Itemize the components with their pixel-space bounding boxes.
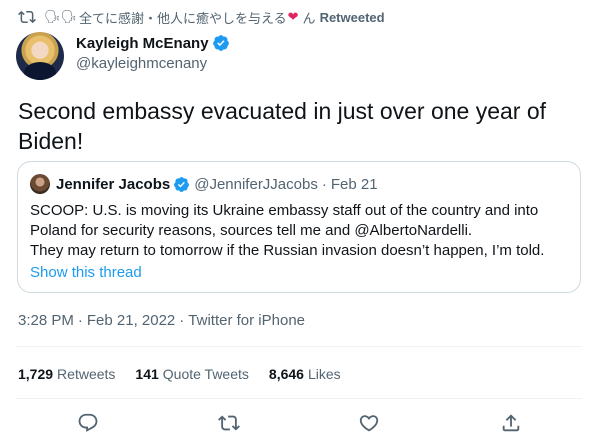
retweet-icon bbox=[18, 10, 36, 24]
author-display-name[interactable]: Kayleigh McEnany bbox=[76, 35, 209, 52]
reply-icon bbox=[78, 413, 98, 432]
verified-badge-icon bbox=[174, 176, 190, 192]
tweet-date[interactable]: Feb 21, 2022 bbox=[87, 312, 175, 329]
quote-tweets-stat[interactable]: 141 Quote Tweets bbox=[135, 366, 249, 382]
speaking-head-emoji: 🗣🗣 bbox=[44, 9, 78, 24]
retweeted-label: Retweeted bbox=[319, 9, 385, 25]
tweet-metadata: 3:28 PM · Feb 21, 2022 · Twitter for iPhone bbox=[18, 312, 305, 329]
author-avatar[interactable] bbox=[16, 32, 64, 80]
show-this-thread-link[interactable]: Show this thread bbox=[30, 264, 142, 281]
tweet-stats: 1,729 Retweets 141 Quote Tweets 8,646 Likes bbox=[18, 366, 361, 382]
divider bbox=[16, 346, 582, 347]
share-icon bbox=[502, 414, 520, 432]
author-name-row[interactable]: Kayleigh McEnany bbox=[76, 34, 230, 52]
heart-emoji: ❤ bbox=[287, 9, 299, 24]
quote-tweets-label: Quote Tweets bbox=[162, 366, 249, 382]
like-button[interactable] bbox=[358, 412, 380, 434]
retweeted-by-bar[interactable]: 🗣🗣 全てに感謝・他人に癒やしを与える ❤ ん Retweeted bbox=[18, 8, 385, 26]
retweet-button[interactable] bbox=[218, 412, 240, 434]
retweets-count: 1,729 bbox=[18, 366, 54, 382]
separator-dot: · bbox=[179, 312, 185, 329]
quoted-author-handle[interactable]: @JenniferJJacobs bbox=[194, 176, 318, 193]
tweet-text: Second embassy evacuated in just over on… bbox=[18, 98, 547, 154]
quoted-tweet-date[interactable]: Feb 21 bbox=[331, 176, 378, 193]
verified-badge-icon bbox=[212, 35, 229, 51]
divider bbox=[16, 398, 582, 399]
retweet-icon bbox=[218, 415, 240, 431]
author-handle[interactable]: @kayleighmcenany bbox=[76, 55, 207, 72]
retweets-label: Retweets bbox=[57, 366, 116, 382]
quoted-tweet-text: SCOOP: U.S. is moving its Ukraine embass… bbox=[30, 201, 570, 261]
tweet-time[interactable]: 3:28 PM bbox=[18, 312, 74, 329]
quoted-tweet-header: Jennifer Jacobs @JenniferJJacobs · Feb 2… bbox=[30, 174, 378, 194]
retweeter-name-suffix[interactable]: ん bbox=[303, 8, 316, 27]
tweet-source[interactable]: Twitter for iPhone bbox=[188, 312, 305, 329]
quoted-author-name[interactable]: Jennifer Jacobs bbox=[56, 176, 170, 193]
likes-count: 8,646 bbox=[268, 366, 304, 382]
like-icon bbox=[359, 415, 379, 432]
share-button[interactable] bbox=[500, 412, 522, 434]
quoted-tweet-line: Poland for security reasons, sources tel… bbox=[30, 222, 473, 239]
quoted-author-avatar[interactable] bbox=[30, 174, 50, 194]
retweets-stat[interactable]: 1,729 Retweets bbox=[18, 366, 115, 382]
separator-dot: · bbox=[321, 175, 327, 193]
likes-label: Likes bbox=[307, 366, 341, 382]
quoted-tweet-line: They may return to tomorrow if the Russi… bbox=[30, 242, 545, 259]
quoted-tweet-line: SCOOP: U.S. is moving its Ukraine embass… bbox=[30, 202, 539, 219]
quoted-tweet-card[interactable]: Jennifer Jacobs @JenniferJJacobs · Feb 2… bbox=[17, 161, 581, 293]
separator-dot: · bbox=[77, 312, 83, 329]
quote-tweets-count: 141 bbox=[135, 366, 159, 382]
likes-stat[interactable]: 8,646 Likes bbox=[269, 366, 341, 382]
retweeter-name[interactable]: 全てに感謝・他人に癒やしを与える bbox=[79, 8, 287, 27]
reply-button[interactable] bbox=[77, 412, 99, 434]
